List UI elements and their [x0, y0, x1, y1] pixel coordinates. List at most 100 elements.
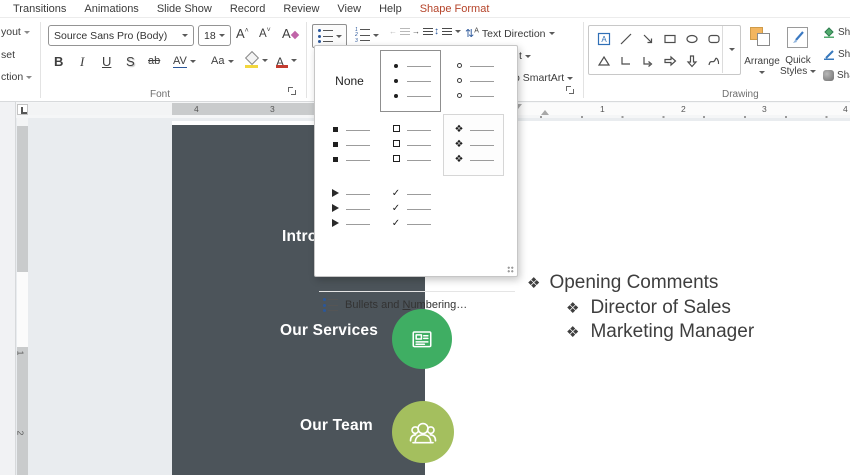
section-button[interactable]: ction	[1, 71, 33, 83]
tab-transitions[interactable]: Transitions	[4, 0, 75, 18]
powerpoint-window: Transitions Animations Slide Show Record…	[0, 0, 850, 475]
bullet-option-filled-circle[interactable]	[380, 50, 441, 112]
decrease-indent-button[interactable]: ←	[389, 27, 410, 36]
line-spacing-icon	[442, 28, 452, 35]
diamond-bullet-icon: ❖	[527, 274, 541, 292]
line-spacing-button[interactable]: ↕	[434, 26, 461, 37]
strikethrough-button[interactable]: ab	[148, 55, 160, 67]
highlight-color-button[interactable]	[244, 50, 268, 68]
shape-textbox-icon[interactable]: A	[593, 28, 615, 50]
bold-button[interactable]: B	[54, 54, 63, 69]
shape-rectangle-icon[interactable]	[659, 28, 681, 50]
bullet-line[interactable]: ❖ Marketing Manager	[566, 321, 754, 346]
horizontal-ruler-active: 1 2 3 4	[518, 103, 850, 115]
paragraph-dialog-launcher[interactable]	[566, 86, 575, 95]
drawing-group-label: Drawing	[722, 89, 759, 100]
change-case-button[interactable]: Aa	[211, 55, 234, 67]
sidebar-item-our-services[interactable]: Our Services	[280, 322, 378, 340]
hanging-indent-marker[interactable]	[541, 110, 549, 115]
chevron-down-icon	[219, 34, 225, 37]
bullet-option-none[interactable]: None	[319, 50, 380, 112]
text-direction-icon: ⇅A	[465, 27, 479, 40]
highlighter-icon	[244, 50, 260, 68]
bullet-option-diamond[interactable]: ❖ ❖ ❖	[443, 114, 504, 176]
services-circle-button[interactable]	[392, 309, 452, 369]
menu-resize-grip[interactable]	[507, 266, 514, 273]
team-circle-button[interactable]	[392, 401, 454, 463]
shape-arrow-icon[interactable]	[637, 28, 659, 50]
group-separator	[583, 22, 584, 98]
slide-text-box[interactable]: ❖ Opening Comments ❖ Director of Sales ❖…	[527, 272, 754, 346]
numbering-button[interactable]: 1 2 3	[352, 24, 382, 46]
font-size-combo[interactable]: 18	[198, 25, 231, 46]
reset-button[interactable]: set	[1, 49, 15, 61]
shrink-font-button[interactable]: A˅	[259, 27, 271, 40]
shape-block-arrow-right-icon[interactable]	[659, 50, 681, 72]
bullet-list-icon	[317, 27, 333, 45]
bullet-option-filled-square[interactable]	[319, 114, 380, 176]
arrange-icon	[748, 27, 776, 47]
text-shadow-button[interactable]: S	[126, 54, 135, 69]
bullet-line[interactable]: ❖ Opening Comments	[527, 272, 754, 297]
chevron-down-icon	[182, 34, 188, 37]
horizontal-ruler-inactive	[28, 103, 172, 115]
underline-button[interactable]: U	[102, 54, 111, 69]
align-text-button[interactable]: t	[519, 50, 531, 62]
decrease-indent-icon	[400, 28, 410, 35]
shape-elbow-icon[interactable]	[615, 50, 637, 72]
people-group-icon	[409, 422, 437, 444]
layout-button[interactable]: yout	[1, 26, 30, 38]
bullet-option-arrow[interactable]	[319, 178, 380, 240]
bullet-option-hollow-square[interactable]	[380, 114, 441, 176]
font-name-combo[interactable]: Source Sans Pro (Body)	[48, 25, 194, 46]
tab-selector-button[interactable]	[17, 104, 28, 115]
shape-line-icon[interactable]	[615, 28, 637, 50]
quick-styles-icon	[787, 27, 809, 48]
shape-effects-icon	[823, 70, 834, 81]
text-direction-button[interactable]: ⇅A Text Direction	[465, 27, 555, 40]
diamond-bullet-icon: ❖	[566, 298, 580, 317]
shape-fill-icon	[824, 27, 834, 38]
bullet-option-checkmark[interactable]: ✓ ✓ ✓	[380, 178, 441, 240]
tab-shape-format[interactable]: Shape Format	[411, 0, 499, 18]
shape-outline-button[interactable]: Sha	[823, 48, 850, 60]
menu-separator	[319, 291, 515, 292]
sidebar-item-our-team[interactable]: Our Team	[300, 417, 373, 435]
svg-text:A: A	[601, 35, 607, 44]
increase-indent-button[interactable]: →	[412, 27, 433, 36]
font-dialog-launcher[interactable]	[288, 87, 297, 96]
group-separator	[40, 22, 41, 98]
shape-effects-button[interactable]: Sha	[823, 70, 850, 81]
tab-record[interactable]: Record	[221, 0, 274, 18]
sidebar-item-intro[interactable]: Intro	[282, 228, 317, 246]
newspaper-icon	[412, 331, 432, 348]
font-color-button[interactable]: A	[276, 53, 297, 69]
shapes-gallery-more-button[interactable]	[722, 26, 740, 73]
character-spacing-button[interactable]: AV	[173, 55, 196, 68]
tab-help[interactable]: Help	[370, 0, 411, 18]
grow-font-button[interactable]: A˄	[236, 26, 249, 41]
shape-fill-button[interactable]: Sha	[823, 26, 850, 38]
bullet-list-icon	[323, 296, 338, 314]
bullet-option-hollow-circle[interactable]	[443, 50, 504, 112]
tab-view[interactable]: View	[328, 0, 370, 18]
increase-indent-icon	[423, 28, 433, 35]
tab-review[interactable]: Review	[274, 0, 328, 18]
shape-triangle-icon[interactable]	[593, 50, 615, 72]
bullet-line[interactable]: ❖ Director of Sales	[566, 297, 754, 322]
thumbnail-pane-edge	[0, 102, 16, 475]
shape-block-arrow-down-icon[interactable]	[681, 50, 703, 72]
diamond-bullet-icon: ❖	[566, 323, 580, 341]
tab-animations[interactable]: Animations	[75, 0, 147, 18]
numbered-list-icon: 1 2 3	[355, 26, 370, 44]
quick-styles-button[interactable]: Quick Styles	[776, 55, 820, 77]
vertical-ruler: 1 2	[15, 118, 28, 475]
tab-slide-show[interactable]: Slide Show	[148, 0, 221, 18]
shape-elbow-arrow-icon[interactable]	[637, 50, 659, 72]
bullets-and-numbering-item[interactable]: Bullets and Numbering…	[323, 296, 467, 314]
italic-button[interactable]: I	[80, 54, 84, 70]
convert-to-smartart-button[interactable]: o SmartArt	[514, 72, 574, 84]
clear-formatting-button[interactable]: A	[282, 26, 299, 41]
shape-oval-icon[interactable]	[681, 28, 703, 50]
font-group-label: Font	[150, 89, 171, 100]
